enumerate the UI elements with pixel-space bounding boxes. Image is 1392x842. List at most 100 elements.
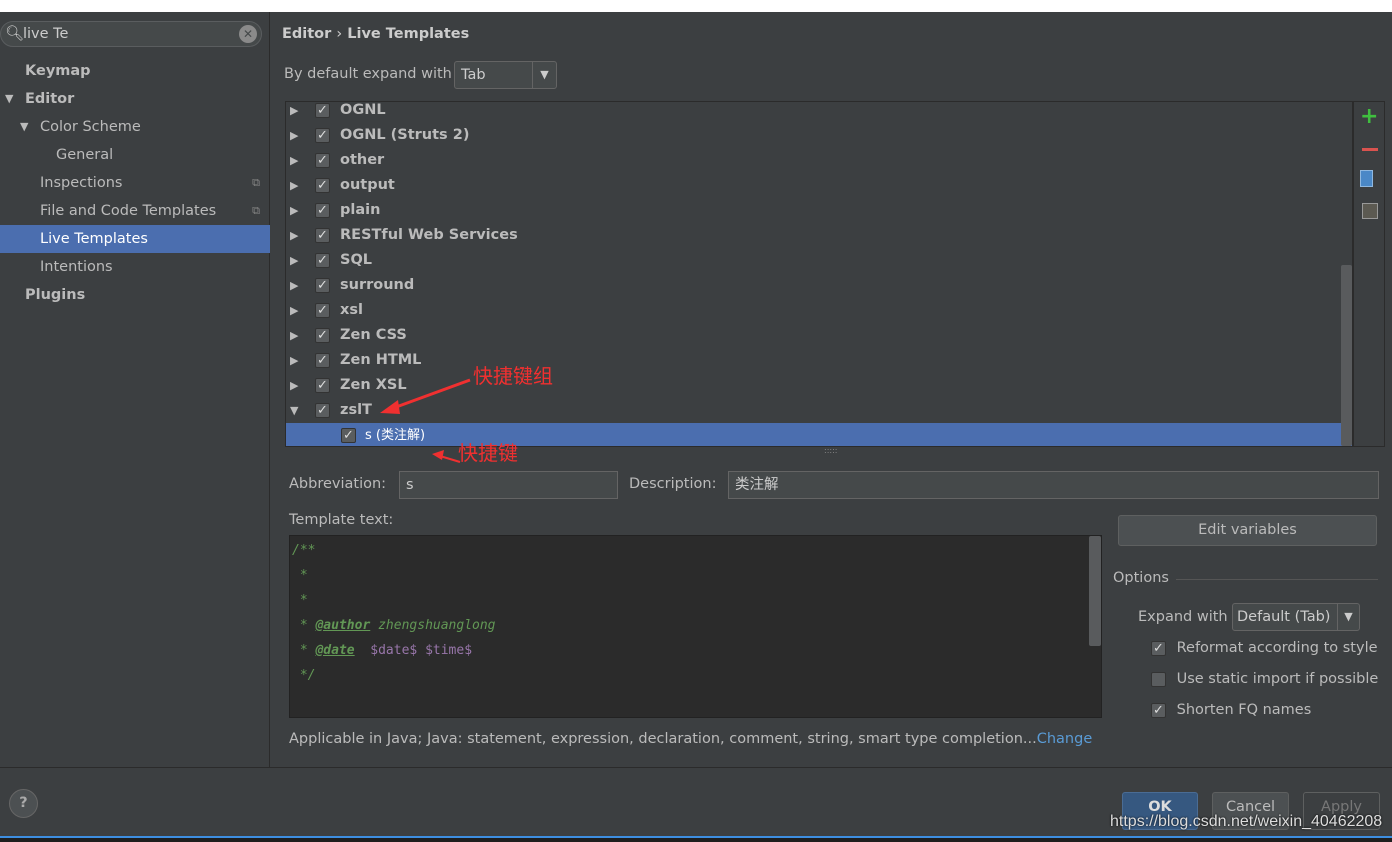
checkbox[interactable]: ✓ <box>315 198 330 223</box>
footer-divider <box>0 767 1392 768</box>
annotation-group-label: 快捷键组 <box>473 364 553 388</box>
template-group-row[interactable]: ▶ ✓ xsl <box>286 298 1342 323</box>
template-group-row[interactable]: ▶ ✓ output <box>286 173 1342 198</box>
template-text-label: Template text: <box>289 512 394 528</box>
code-star: * <box>292 618 316 633</box>
checkbox[interactable]: ✓ <box>341 423 356 446</box>
code-vars: $date$ $time$ <box>354 643 473 658</box>
template-group-row[interactable]: ▶ ✓ surround <box>286 273 1342 298</box>
template-group-label: xsl <box>340 302 363 318</box>
description-label: Description: <box>629 476 717 492</box>
template-group-row[interactable]: ▶ ✓ SQL <box>286 248 1342 273</box>
expand-triangle-icon[interactable]: ▶ <box>290 298 298 323</box>
expand-triangle-icon[interactable]: ▼ <box>5 85 13 113</box>
help-icon: ? <box>19 795 28 811</box>
arrow-key-head <box>432 450 444 460</box>
abbreviation-input[interactable]: s <box>399 471 618 499</box>
checkbox[interactable]: ✓ <box>315 223 330 248</box>
breadcrumb-separator: › <box>336 26 343 42</box>
sidebar-item[interactable]: General <box>0 141 270 169</box>
checkbox[interactable]: ✓ <box>315 373 330 398</box>
abbreviation-label: Abbreviation: <box>289 476 387 492</box>
description-input[interactable]: 类注解 <box>728 471 1379 499</box>
expand-triangle-icon[interactable]: ▼ <box>20 113 28 141</box>
template-group-row[interactable]: ▶ ✓ plain <box>286 198 1342 223</box>
sidebar-item-label: Intentions <box>40 259 113 275</box>
expand-triangle-icon[interactable]: ▶ <box>290 148 298 173</box>
expand-triangle-icon[interactable]: ▶ <box>290 273 298 298</box>
project-scope-icon: ⧉ <box>252 204 260 217</box>
options-expand-label: Expand with <box>1138 609 1228 625</box>
code-line: /** <box>292 543 316 558</box>
arrow-key <box>439 455 461 463</box>
expand-triangle-icon[interactable]: ▶ <box>290 123 298 148</box>
expand-with-select[interactable]: Tab ▼ <box>454 61 557 89</box>
tree-scrollbar[interactable] <box>1341 265 1352 446</box>
template-group-row[interactable]: ▶ ✓ Zen CSS <box>286 323 1342 348</box>
template-group-row[interactable]: ▶ ✓ other <box>286 148 1342 173</box>
expand-triangle-icon[interactable]: ▶ <box>290 348 298 373</box>
checkbox[interactable]: ✓ <box>315 148 330 173</box>
template-group-label: Zen CSS <box>340 327 407 343</box>
splitter-handle[interactable]: ::::: <box>824 446 837 455</box>
search-value: live Te <box>23 26 69 42</box>
checkbox[interactable]: ✓ <box>315 102 330 123</box>
expand-triangle-icon[interactable]: ▶ <box>290 323 298 348</box>
annotation-key-label: 快捷键 <box>458 441 518 465</box>
breadcrumb-parent[interactable]: Editor <box>282 26 331 42</box>
add-icon[interactable]: + <box>1360 104 1378 129</box>
checkbox[interactable]: ✓ <box>315 273 330 298</box>
template-group-row[interactable]: ▶ ✓ RESTful Web Services <box>286 223 1342 248</box>
copy-icon[interactable] <box>1360 170 1373 187</box>
sidebar-item[interactable]: Plugins <box>0 281 270 309</box>
breadcrumb: Editor › Live Templates <box>282 26 469 42</box>
expand-with-value: Tab <box>461 67 486 83</box>
code-line: * @author zhengshuanglong <box>290 613 496 638</box>
template-group-row[interactable]: ▶ ✓ OGNL (Struts 2) <box>286 123 1342 148</box>
checkbox[interactable]: ✓ <box>315 248 330 273</box>
option-checkbox[interactable]: ✓ Reformat according to style <box>1151 640 1378 656</box>
edit-variables-button[interactable]: Edit variables <box>1118 515 1377 546</box>
expand-triangle-icon[interactable]: ▶ <box>290 102 298 123</box>
sidebar-item[interactable]: ▼ Editor <box>0 85 270 113</box>
checkbox[interactable]: ✓ <box>315 298 330 323</box>
sidebar-item[interactable]: File and Code Templates ⧉ <box>0 197 270 225</box>
checkbox[interactable]: ✓ <box>315 348 330 373</box>
options-expand-select[interactable]: Default (Tab) ▼ <box>1232 603 1360 631</box>
expand-triangle-icon[interactable]: ▶ <box>290 373 298 398</box>
template-group-label: output <box>340 177 395 193</box>
option-checkbox[interactable]: ✓ Shorten FQ names <box>1151 702 1311 718</box>
restore-defaults-icon[interactable] <box>1362 203 1378 219</box>
checkbox[interactable]: ✓ <box>315 173 330 198</box>
change-context-link[interactable]: Change <box>1037 731 1093 747</box>
checkbox[interactable]: ✓ <box>315 323 330 348</box>
expand-triangle-icon[interactable]: ▶ <box>290 223 298 248</box>
template-group-label: zslT <box>340 402 372 418</box>
sidebar-item[interactable]: Inspections ⧉ <box>0 169 270 197</box>
sidebar-item[interactable]: Keymap <box>0 57 270 85</box>
clear-search-icon[interactable]: ✕ <box>239 25 257 43</box>
settings-search-input[interactable]: 🔍︎ live Te ✕ <box>0 21 262 47</box>
expand-triangle-icon[interactable]: ▶ <box>290 173 298 198</box>
checkbox[interactable]: ✓ <box>315 398 330 423</box>
sidebar-item[interactable]: Live Templates <box>0 225 270 253</box>
expand-triangle-icon[interactable]: ▶ <box>290 248 298 273</box>
edit-variables-label: Edit variables <box>1198 522 1297 538</box>
template-group-row[interactable]: ▶ ✓ OGNL <box>286 102 1342 123</box>
sidebar-item[interactable]: Intentions <box>0 253 270 281</box>
breadcrumb-current: Live Templates <box>347 26 470 42</box>
arrow-group-head <box>380 400 400 414</box>
help-button[interactable]: ? <box>9 789 38 818</box>
option-checkbox[interactable]: Use static import if possible <box>1151 671 1378 687</box>
sidebar-item[interactable]: ▼ Color Scheme <box>0 113 270 141</box>
collapse-triangle-icon[interactable]: ▼ <box>290 398 298 423</box>
template-group-label: OGNL (Struts 2) <box>340 127 470 143</box>
expand-triangle-icon[interactable]: ▶ <box>290 198 298 223</box>
sidebar-item-label: File and Code Templates <box>40 203 217 219</box>
checkbox[interactable]: ✓ <box>315 123 330 148</box>
code-scrollbar[interactable] <box>1089 536 1101 646</box>
template-group-label: other <box>340 152 385 168</box>
template-text-editor[interactable]: /** * * * @author zhengshuanglong * @dat… <box>289 535 1102 718</box>
remove-icon[interactable] <box>1362 148 1378 151</box>
code-tag: @author <box>315 618 371 633</box>
